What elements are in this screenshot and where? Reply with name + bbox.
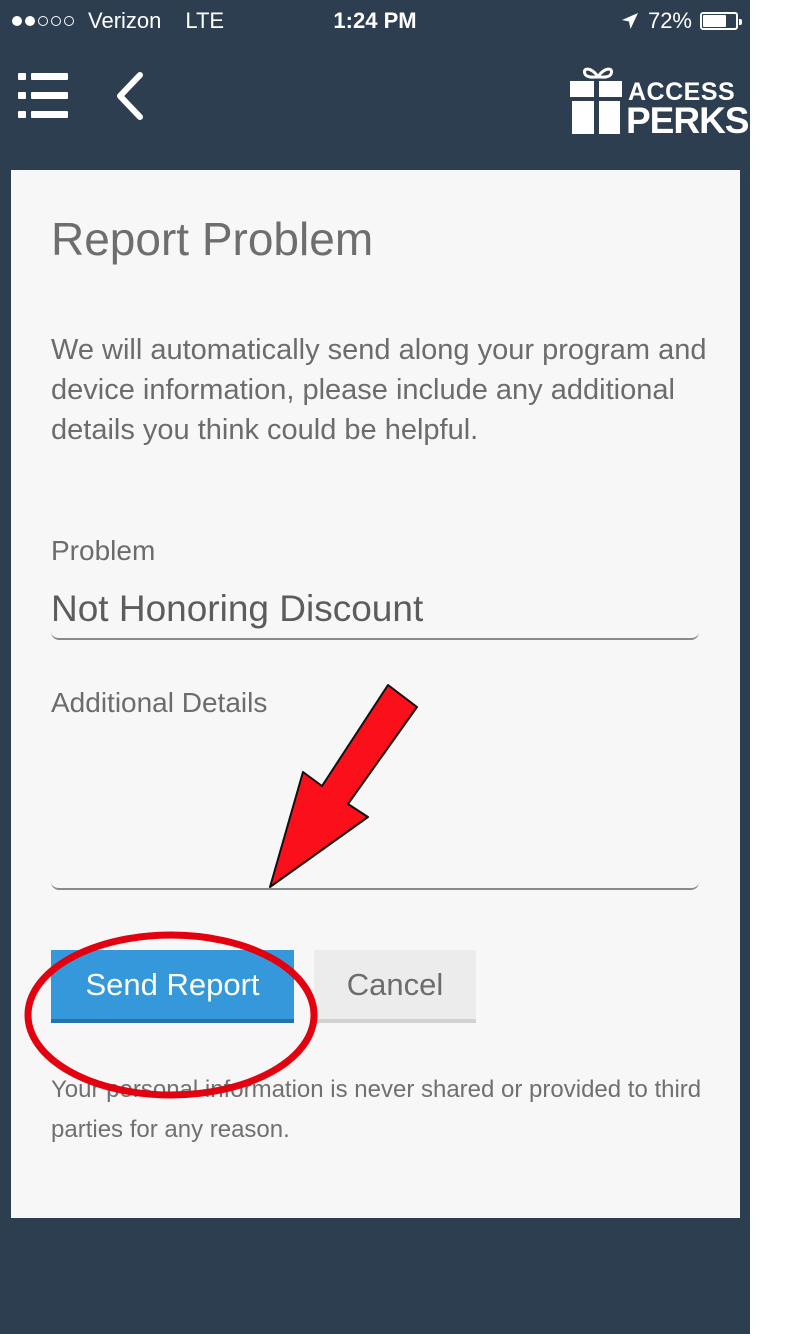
menu-button[interactable]: [18, 70, 70, 122]
send-report-button[interactable]: Send Report: [51, 950, 294, 1023]
problem-value: Not Honoring Discount: [51, 588, 424, 629]
cancel-button[interactable]: Cancel: [314, 950, 476, 1023]
logo-text-perks: PERKS: [626, 100, 749, 141]
battery-level-fill: [703, 15, 727, 27]
report-problem-card: Report Problem We will automatically sen…: [11, 170, 740, 1218]
status-bar: Verizon LTE 1:24 PM 72%: [0, 0, 750, 40]
intro-text: We will automatically send along your pr…: [51, 334, 707, 446]
menu-icon: [18, 73, 68, 118]
back-icon: [117, 72, 143, 120]
page-title: Report Problem: [51, 213, 374, 265]
additional-details-textarea[interactable]: [51, 730, 699, 890]
access-perks-logo: ACCESS PERKS: [570, 65, 749, 141]
location-arrow-icon: [621, 13, 638, 29]
privacy-note: Your personal information is never share…: [51, 1076, 702, 1143]
status-right: 72%: [620, 8, 742, 34]
battery-percent: 72%: [647, 8, 692, 33]
problem-field[interactable]: Not Honoring Discount: [51, 582, 699, 640]
additional-details-label: Additional Details: [51, 687, 268, 718]
gift-icon: [570, 67, 622, 134]
back-button[interactable]: [112, 70, 152, 122]
app-screen: Verizon LTE 1:24 PM 72% ACCESS PERKS Rep…: [0, 0, 750, 1334]
problem-label: Problem: [51, 535, 156, 566]
battery-icon: [700, 12, 742, 30]
